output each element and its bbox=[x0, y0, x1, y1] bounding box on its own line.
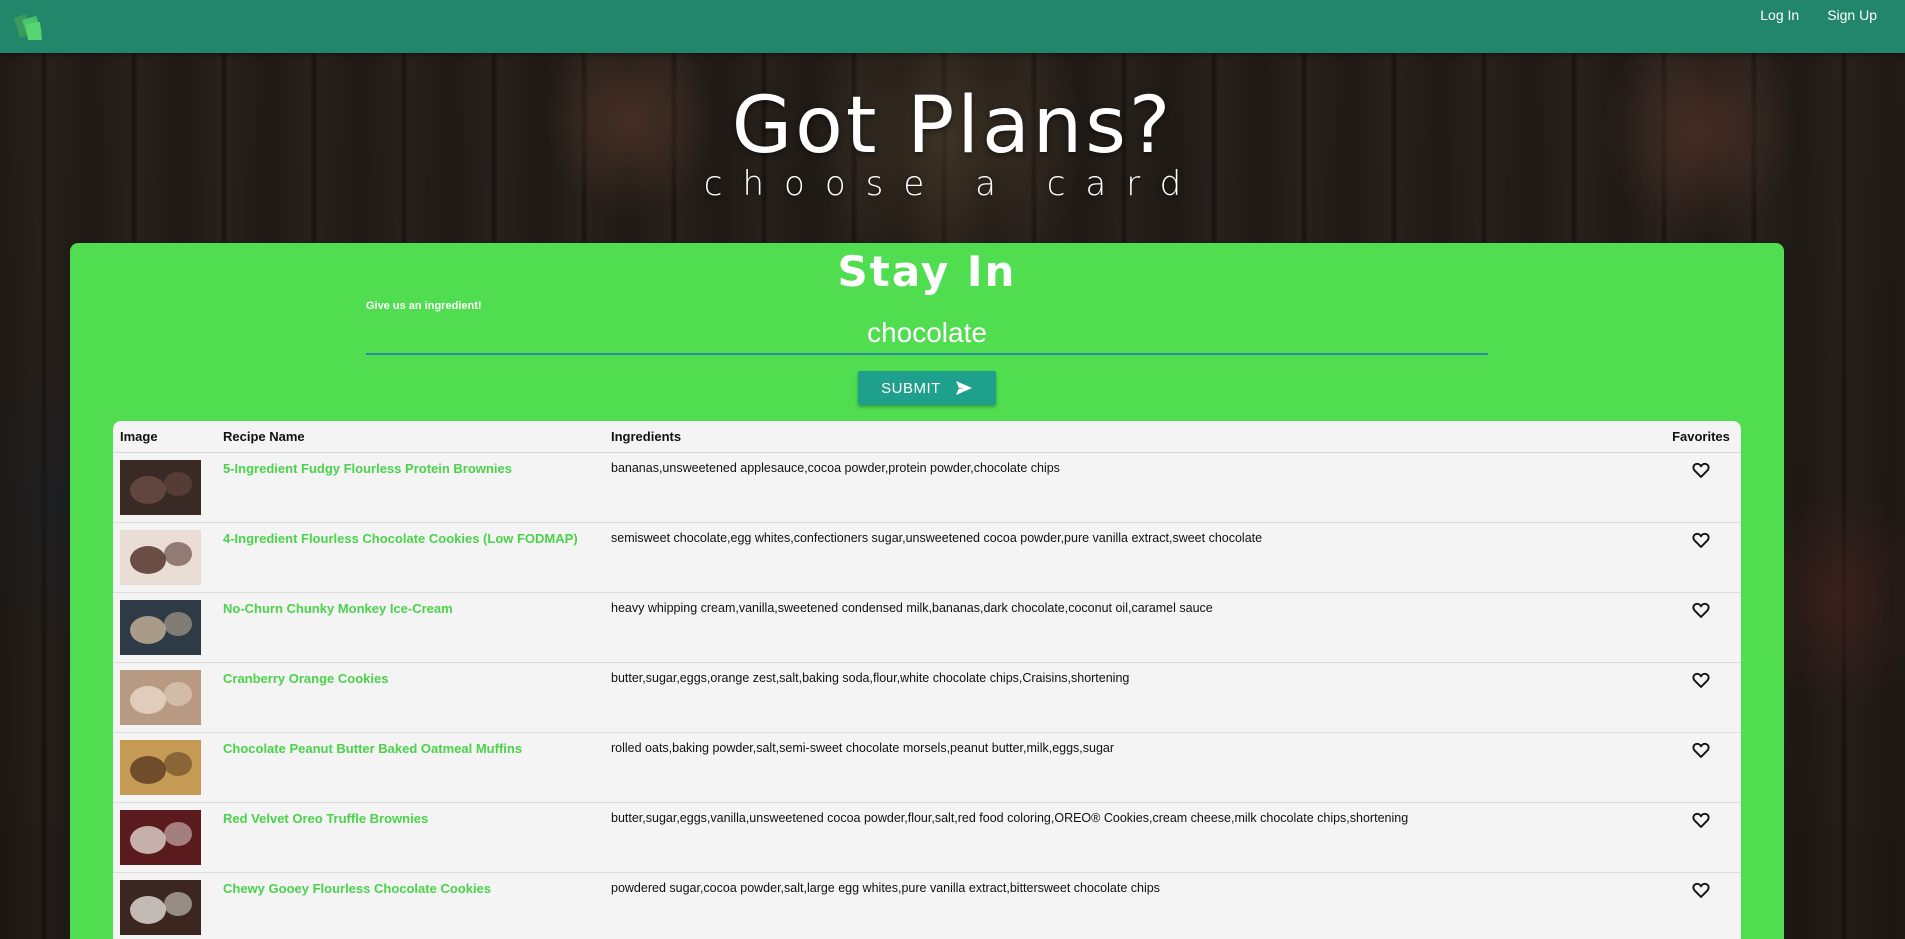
recipe-table: Image Recipe Name Ingredients Favorites … bbox=[113, 421, 1741, 939]
recipe-name-cell: Chewy Gooey Flourless Chocolate Cookies bbox=[216, 872, 604, 939]
recipe-image-cell bbox=[113, 522, 216, 593]
table-row: 4-Ingredient Flourless Chocolate Cookies… bbox=[113, 522, 1741, 593]
heart-outline-icon[interactable] bbox=[1692, 742, 1710, 758]
table-header-row: Image Recipe Name Ingredients Favorites bbox=[113, 421, 1741, 453]
heart-outline-icon[interactable] bbox=[1692, 462, 1710, 478]
recipe-ingredients: powdered sugar,cocoa powder,salt,large e… bbox=[604, 872, 1661, 939]
recipe-name-cell: 4-Ingredient Flourless Chocolate Cookies… bbox=[216, 522, 604, 593]
favorite-cell bbox=[1661, 802, 1741, 873]
header-favorites: Favorites bbox=[1661, 421, 1741, 453]
recipe-name-cell: No-Churn Chunky Monkey Ice-Cream bbox=[216, 592, 604, 663]
recipe-ingredients: heavy whipping cream,vanilla,sweetened c… bbox=[604, 592, 1661, 663]
heart-outline-icon[interactable] bbox=[1692, 532, 1710, 548]
header-ingredients: Ingredients bbox=[604, 421, 1661, 453]
recipe-ingredients: semisweet chocolate,egg whites,confectio… bbox=[604, 522, 1661, 593]
heart-outline-icon[interactable] bbox=[1692, 602, 1710, 618]
recipe-image-cell bbox=[113, 662, 216, 733]
recipe-name-link[interactable]: Chocolate Peanut Butter Baked Oatmeal Mu… bbox=[223, 741, 522, 756]
recipe-image-cell bbox=[113, 592, 216, 663]
header-recipe-name: Recipe Name bbox=[216, 421, 604, 453]
recipe-name-link[interactable]: No-Churn Chunky Monkey Ice-Cream bbox=[223, 601, 453, 616]
recipe-table-body: 5-Ingredient Fudgy Flourless Protein Bro… bbox=[113, 452, 1741, 939]
stay-in-panel: Stay In Give us an ingredient! SUBMIT Im… bbox=[70, 243, 1784, 939]
recipe-thumbnail[interactable] bbox=[120, 740, 201, 795]
recipe-ingredients: rolled oats,baking powder,salt,semi-swee… bbox=[604, 732, 1661, 803]
cards-logo-icon[interactable] bbox=[12, 12, 46, 42]
recipe-name-link[interactable]: 5-Ingredient Fudgy Flourless Protein Bro… bbox=[223, 461, 512, 476]
recipe-name-cell: Chocolate Peanut Butter Baked Oatmeal Mu… bbox=[216, 732, 604, 803]
recipe-name-link[interactable]: Chewy Gooey Flourless Chocolate Cookies bbox=[223, 881, 491, 896]
hero-subtitle: choose a card bbox=[703, 164, 1202, 204]
recipe-name-cell: Red Velvet Oreo Truffle Brownies bbox=[216, 802, 604, 873]
table-row: Chewy Gooey Flourless Chocolate Cookies p… bbox=[113, 872, 1741, 939]
favorite-cell bbox=[1661, 732, 1741, 803]
favorite-cell bbox=[1661, 592, 1741, 663]
recipe-thumbnail[interactable] bbox=[120, 530, 201, 585]
recipe-image-cell bbox=[113, 802, 216, 873]
heart-outline-icon[interactable] bbox=[1692, 882, 1710, 898]
recipe-image-cell bbox=[113, 452, 216, 523]
signup-link[interactable]: Sign Up bbox=[1813, 0, 1891, 30]
navbar: Log In Sign Up bbox=[0, 0, 1905, 53]
recipe-name-cell: Cranberry Orange Cookies bbox=[216, 662, 604, 733]
recipe-ingredients: bananas,unsweetened applesauce,cocoa pow… bbox=[604, 452, 1661, 523]
login-link[interactable]: Log In bbox=[1746, 0, 1813, 30]
table-row: Red Velvet Oreo Truffle Brownies butter,s… bbox=[113, 802, 1741, 873]
recipe-table-container: Image Recipe Name Ingredients Favorites … bbox=[113, 421, 1741, 939]
ingredient-input[interactable] bbox=[366, 313, 1488, 355]
table-row: Cranberry Orange Cookies butter,sugar,egg… bbox=[113, 662, 1741, 733]
recipe-name-link[interactable]: Red Velvet Oreo Truffle Brownies bbox=[223, 811, 428, 826]
favorite-cell bbox=[1661, 522, 1741, 593]
recipe-name-link[interactable]: 4-Ingredient Flourless Chocolate Cookies… bbox=[223, 531, 578, 546]
table-row: Chocolate Peanut Butter Baked Oatmeal Mu… bbox=[113, 732, 1741, 803]
ingredient-field-label: Give us an ingredient! bbox=[366, 300, 482, 312]
send-icon bbox=[955, 381, 972, 395]
recipe-image-cell bbox=[113, 872, 216, 939]
favorite-cell bbox=[1661, 872, 1741, 939]
panel-title: Stay In bbox=[837, 247, 1017, 296]
recipe-thumbnail[interactable] bbox=[120, 460, 201, 515]
favorite-cell bbox=[1661, 452, 1741, 523]
header-image: Image bbox=[113, 421, 216, 453]
heart-outline-icon[interactable] bbox=[1692, 812, 1710, 828]
submit-button[interactable]: SUBMIT bbox=[858, 371, 996, 405]
recipe-ingredients: butter,sugar,eggs,orange zest,salt,bakin… bbox=[604, 662, 1661, 733]
table-row: No-Churn Chunky Monkey Ice-Cream heavy wh… bbox=[113, 592, 1741, 663]
recipe-ingredients: butter,sugar,eggs,vanilla,unsweetened co… bbox=[604, 802, 1661, 873]
table-row: 5-Ingredient Fudgy Flourless Protein Bro… bbox=[113, 452, 1741, 523]
recipe-name-link[interactable]: Cranberry Orange Cookies bbox=[223, 671, 388, 686]
recipe-thumbnail[interactable] bbox=[120, 670, 201, 725]
submit-label: SUBMIT bbox=[881, 379, 941, 397]
recipe-thumbnail[interactable] bbox=[120, 810, 201, 865]
nav-links: Log In Sign Up bbox=[1746, 0, 1891, 30]
heart-outline-icon[interactable] bbox=[1692, 672, 1710, 688]
recipe-thumbnail[interactable] bbox=[120, 880, 201, 935]
recipe-image-cell bbox=[113, 732, 216, 803]
favorite-cell bbox=[1661, 662, 1741, 733]
recipe-name-cell: 5-Ingredient Fudgy Flourless Protein Bro… bbox=[216, 452, 604, 523]
recipe-thumbnail[interactable] bbox=[120, 600, 201, 655]
